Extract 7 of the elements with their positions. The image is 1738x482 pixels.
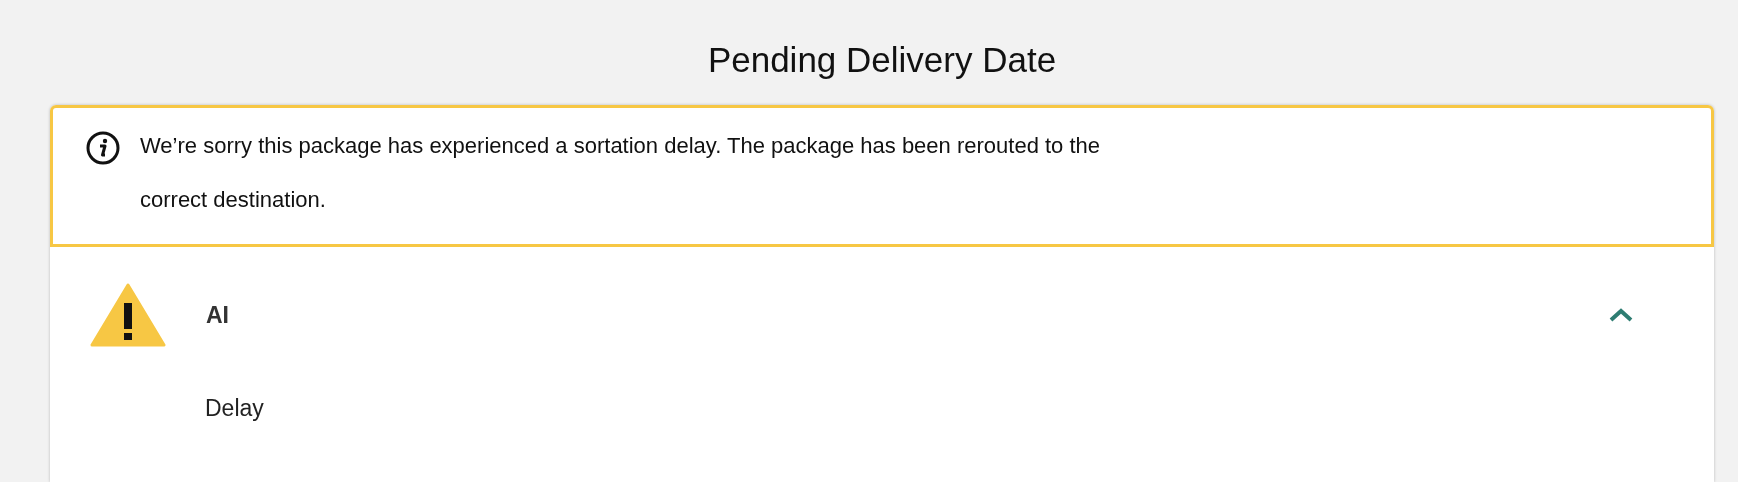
info-icon <box>86 131 120 165</box>
section-detail: Delay <box>205 395 265 422</box>
chevron-icon <box>1608 307 1634 323</box>
notice-text: We’re sorry this package has experienced a sortation delay. The package has been rerouted to the correct destination. <box>140 132 1102 214</box>
warning-icon <box>90 283 166 347</box>
section-label: AI <box>206 301 230 329</box>
page-title: Pending Delivery Date <box>707 39 1057 81</box>
